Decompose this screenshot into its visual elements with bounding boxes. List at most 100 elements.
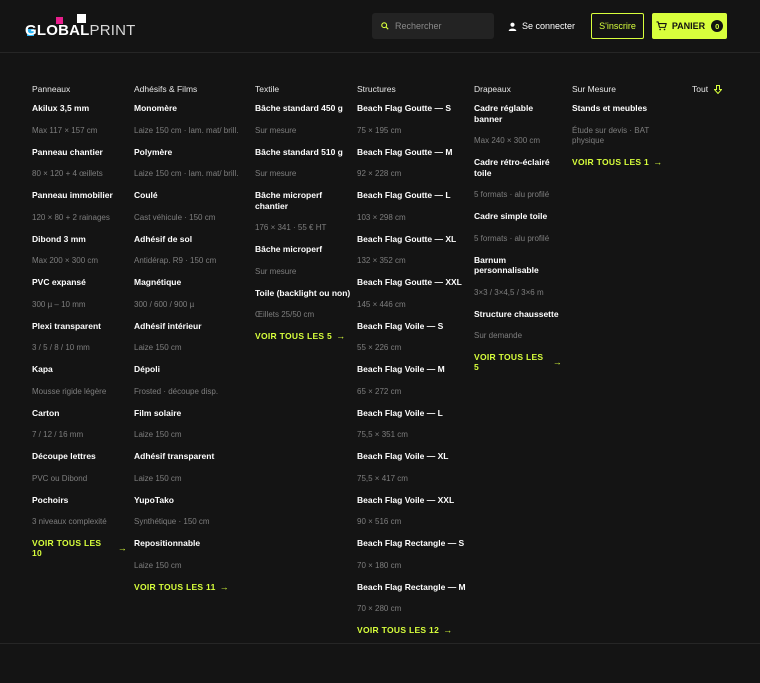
menu-item[interactable]: Panneau chantier 80 × 120 + 4 œillets: [32, 147, 127, 180]
menu-item-name[interactable]: Magnétique: [134, 277, 244, 288]
menu-item[interactable]: Toile (backlight ou non) Œillets 25/50 cm: [255, 288, 351, 321]
menu-item-name[interactable]: Cadre simple toile: [474, 211, 562, 222]
see-all-link[interactable]: VOIR TOUS LES 12 →: [357, 625, 469, 635]
menu-item[interactable]: Beach Flag Voile — L 75,5 × 351 cm: [357, 408, 469, 441]
menu-item-name[interactable]: Beach Flag Goutte — XL: [357, 234, 469, 245]
menu-item-name[interactable]: Bâche standard 510 g: [255, 147, 351, 158]
menu-item-name[interactable]: Akilux 3,5 mm: [32, 103, 127, 114]
menu-item[interactable]: Monomère Laize 150 cm · lam. mat/ brill.: [134, 103, 244, 136]
menu-item-name[interactable]: Panneau chantier: [32, 147, 127, 158]
menu-item[interactable]: Cadre rétro-éclairé toile 5 formats · alu…: [474, 157, 562, 200]
menu-item-name[interactable]: Bâche microperf: [255, 244, 351, 255]
menu-item[interactable]: Beach Flag Rectangle — S 70 × 180 cm: [357, 538, 469, 571]
menu-item-name[interactable]: Beach Flag Voile — S: [357, 321, 469, 332]
menu-item[interactable]: Beach Flag Goutte — XXL 145 × 446 cm: [357, 277, 469, 310]
menu-item[interactable]: PVC expansé 300 µ – 10 mm: [32, 277, 127, 310]
menu-item[interactable]: Adhésif intérieur Laize 150 cm: [134, 321, 244, 354]
menu-item[interactable]: Film solaire Laize 150 cm: [134, 408, 244, 441]
menu-item[interactable]: Adhésif de sol Antidérap. R9 · 150 cm: [134, 234, 244, 267]
menu-item-name[interactable]: Monomère: [134, 103, 244, 114]
menu-item-name[interactable]: Beach Flag Goutte — S: [357, 103, 469, 114]
see-all-link[interactable]: VOIR TOUS LES 10 →: [32, 538, 127, 558]
menu-item-name[interactable]: Kapa: [32, 364, 127, 375]
menu-item[interactable]: Pochoirs 3 niveaux complexité: [32, 495, 127, 528]
menu-item[interactable]: Découpe lettres PVC ou Dibond: [32, 451, 127, 484]
menu-item-name[interactable]: Toile (backlight ou non): [255, 288, 351, 299]
menu-item-name[interactable]: PVC expansé: [32, 277, 127, 288]
menu-item[interactable]: Beach Flag Goutte — M 92 × 228 cm: [357, 147, 469, 180]
menu-item-name[interactable]: Beach Flag Voile — XXL: [357, 495, 469, 506]
menu-item-name[interactable]: Beach Flag Goutte — XXL: [357, 277, 469, 288]
menu-item-name[interactable]: Structure chaussette: [474, 309, 562, 320]
menu-item[interactable]: Magnétique 300 / 600 / 900 µ: [134, 277, 244, 310]
menu-item-name[interactable]: Beach Flag Goutte — M: [357, 147, 469, 158]
menu-item[interactable]: Beach Flag Goutte — XL 132 × 352 cm: [357, 234, 469, 267]
menu-item-name[interactable]: Beach Flag Voile — XL: [357, 451, 469, 462]
menu-item[interactable]: Bâche standard 450 g Sur mesure: [255, 103, 351, 136]
menu-item[interactable]: Bâche standard 510 g Sur mesure: [255, 147, 351, 180]
menu-item[interactable]: Dibond 3 mm Max 200 × 300 cm: [32, 234, 127, 267]
menu-item[interactable]: Barnum personnalisable 3×3 / 3×4,5 / 3×6 …: [474, 255, 562, 298]
menu-item-name[interactable]: Pochoirs: [32, 495, 127, 506]
menu-item[interactable]: Akilux 3,5 mm Max 117 × 157 cm: [32, 103, 127, 136]
menu-item[interactable]: Panneau immobilier 120 × 80 + 2 rainages: [32, 190, 127, 223]
menu-item-name[interactable]: Beach Flag Voile — L: [357, 408, 469, 419]
see-all-link[interactable]: VOIR TOUS LES 5 →: [255, 331, 351, 341]
menu-item-name[interactable]: Barnum personnalisable: [474, 255, 562, 276]
menu-item-name[interactable]: Beach Flag Rectangle — M: [357, 582, 469, 593]
see-all-link[interactable]: VOIR TOUS LES 11 →: [134, 582, 244, 592]
menu-item-name[interactable]: Beach Flag Goutte — L: [357, 190, 469, 201]
menu-item[interactable]: Plexi transparent 3 / 5 / 8 / 10 mm: [32, 321, 127, 354]
menu-item[interactable]: Beach Flag Voile — S 55 × 226 cm: [357, 321, 469, 354]
menu-item-name[interactable]: Coulé: [134, 190, 244, 201]
search-input[interactable]: [395, 21, 491, 31]
menu-item[interactable]: Beach Flag Voile — XL 75,5 × 417 cm: [357, 451, 469, 484]
menu-item[interactable]: Structure chaussette Sur demande: [474, 309, 562, 342]
menu-item[interactable]: Beach Flag Rectangle — M 70 × 280 cm: [357, 582, 469, 615]
menu-item-name[interactable]: Repositionnable: [134, 538, 244, 549]
menu-item[interactable]: Beach Flag Goutte — L 103 × 298 cm: [357, 190, 469, 223]
menu-item-name[interactable]: Cadre réglable banner: [474, 103, 562, 124]
search-box[interactable]: [372, 13, 494, 39]
menu-column-title[interactable]: Adhésifs & Films: [134, 84, 244, 94]
menu-item-name[interactable]: YupoTako: [134, 495, 244, 506]
menu-item[interactable]: YupoTako Synthétique · 150 cm: [134, 495, 244, 528]
menu-item-name[interactable]: Polymère: [134, 147, 244, 158]
all-categories-link[interactable]: Tout: [692, 84, 723, 94]
menu-item-name[interactable]: Plexi transparent: [32, 321, 127, 332]
login-button[interactable]: Se connecter: [508, 13, 575, 39]
menu-column-title[interactable]: Drapeaux: [474, 84, 562, 94]
menu-column-title[interactable]: Sur Mesure: [572, 84, 682, 94]
signup-button[interactable]: S'inscrire: [591, 13, 644, 39]
menu-item-name[interactable]: Dibond 3 mm: [32, 234, 127, 245]
cart-button[interactable]: PANIER 0: [652, 13, 727, 39]
see-all-link[interactable]: VOIR TOUS LES 5 →: [474, 352, 562, 372]
menu-item-name[interactable]: Cadre rétro-éclairé toile: [474, 157, 562, 178]
menu-column-title[interactable]: Textile: [255, 84, 351, 94]
menu-item-name[interactable]: Adhésif de sol: [134, 234, 244, 245]
menu-item-name[interactable]: Carton: [32, 408, 127, 419]
menu-item[interactable]: Beach Flag Voile — XXL 90 × 516 cm: [357, 495, 469, 528]
menu-item-name[interactable]: Bâche standard 450 g: [255, 103, 351, 114]
menu-item-name[interactable]: Dépoli: [134, 364, 244, 375]
menu-item[interactable]: Kapa Mousse rigide légère: [32, 364, 127, 397]
menu-item[interactable]: Beach Flag Goutte — S 75 × 195 cm: [357, 103, 469, 136]
site-logo[interactable]: GLOBALPRINT: [25, 13, 135, 43]
menu-column-title[interactable]: Structures: [357, 84, 469, 94]
menu-item-name[interactable]: Panneau immobilier: [32, 190, 127, 201]
menu-item-name[interactable]: Beach Flag Rectangle — S: [357, 538, 469, 549]
menu-item[interactable]: Adhésif transparent Laize 150 cm: [134, 451, 244, 484]
menu-item-name[interactable]: Adhésif intérieur: [134, 321, 244, 332]
menu-item[interactable]: Stands et meubles Étude sur devis · BAT p…: [572, 103, 682, 146]
menu-item-name[interactable]: Adhésif transparent: [134, 451, 244, 462]
menu-item-name[interactable]: Film solaire: [134, 408, 244, 419]
menu-item[interactable]: Beach Flag Voile — M 65 × 272 cm: [357, 364, 469, 397]
menu-item[interactable]: Coulé Cast véhicule · 150 cm: [134, 190, 244, 223]
menu-item-name[interactable]: Bâche microperf chantier: [255, 190, 351, 211]
menu-item[interactable]: Repositionnable Laize 150 cm: [134, 538, 244, 571]
menu-column-title[interactable]: Panneaux: [32, 84, 127, 94]
menu-item[interactable]: Cadre réglable banner Max 240 × 300 cm: [474, 103, 562, 146]
menu-item-name[interactable]: Stands et meubles: [572, 103, 682, 114]
menu-item-name[interactable]: Découpe lettres: [32, 451, 127, 462]
menu-item[interactable]: Bâche microperf Sur mesure: [255, 244, 351, 277]
